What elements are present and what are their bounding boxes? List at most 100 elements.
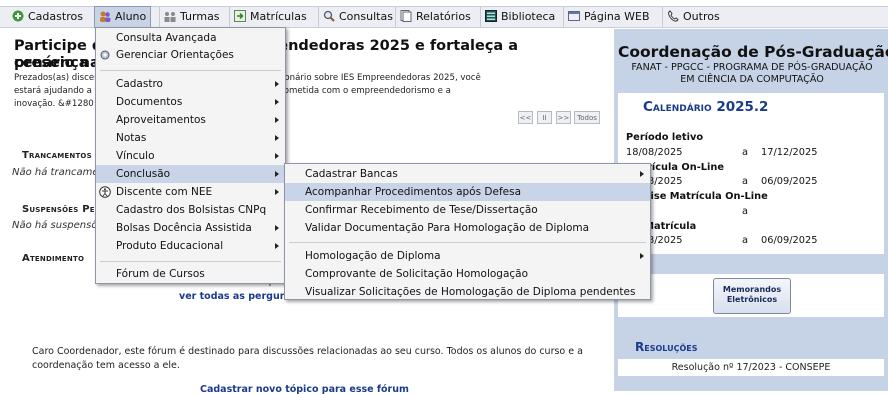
calendar-title: Calendário 2025.2	[643, 99, 769, 115]
aluno-menu-label: Consulta Avançada	[116, 32, 217, 44]
conclusao-menu-label: Validar Documentação Para Homologação de…	[305, 222, 590, 234]
conclusao-menu-validar-documentacao[interactable]: Validar Documentação Para Homologação de…	[285, 219, 650, 237]
sidebar-subtitle-line2: EM CIÊNCIA DA COMPUTAÇÃO	[680, 73, 824, 85]
menu-cadastros-label: Cadastros	[28, 10, 83, 23]
aluno-menu-label: Cadastro dos Bolsistas CNPq	[116, 204, 267, 216]
menu-turmas[interactable]: Turmas	[159, 7, 227, 27]
conclusao-menu-comprovante-solicitacao[interactable]: Comprovante de Solicitação Homologação	[285, 265, 650, 283]
menu-pagina-web[interactable]: Página WEB	[563, 7, 660, 27]
aluno-menu-gerenciar-orientacoes[interactable]: Gerenciar Orientações	[96, 46, 285, 64]
menu-separator	[100, 261, 281, 262]
conclusao-menu-label: Cadastrar Bancas	[305, 168, 398, 180]
aluno-menu-documentos[interactable]: Documentos	[96, 93, 285, 111]
aluno-menu-label: Cadastro	[116, 78, 163, 90]
menu-relatorios-label: Relatórios	[416, 10, 471, 23]
aluno-menu-bolsas-docencia[interactable]: Bolsas Docência Assistida	[96, 219, 285, 237]
submenu-arrow-icon	[640, 171, 644, 177]
resolution-link[interactable]: Resolução nº 17/2023 - CONSEPE	[618, 362, 884, 373]
new-topic-link[interactable]: Cadastrar novo tópico para esse fórum	[200, 384, 409, 395]
menu-relatorios[interactable]: Relatórios	[395, 7, 475, 27]
phone-icon	[667, 10, 679, 22]
pager-next-button[interactable]: >>	[556, 111, 571, 124]
calendar-label-periodo: Período letivo	[626, 132, 704, 143]
conclusao-menu-visualizar-solicitacoes[interactable]: Visualizar Solicitações de Homologação d…	[285, 283, 650, 301]
aluno-menu-label: Produto Educacional	[116, 240, 224, 252]
aluno-menu-label: Bolsas Docência Assistida	[116, 222, 252, 234]
forum-description: Caro Coordenador, este fórum é destinado…	[32, 346, 583, 371]
conclusao-menu-cadastrar-bancas[interactable]: Cadastrar Bancas	[285, 165, 650, 183]
conclusao-menu-label: Comprovante de Solicitação Homologação	[305, 268, 529, 280]
submenu-arrow-icon	[275, 153, 279, 159]
aluno-dropdown-menu: Consulta Avançada Gerenciar Orientações …	[95, 27, 286, 284]
aluno-menu-label: Aproveitamentos	[116, 114, 206, 126]
aluno-menu-conclusao[interactable]: Conclusão	[96, 165, 285, 183]
aluno-menu-forum-cursos[interactable]: Fórum de Cursos	[96, 265, 285, 283]
resolutions-title: Resoluções	[635, 340, 698, 354]
aluno-menu-consulta-avancada[interactable]: Consulta Avançada	[96, 29, 285, 47]
aluno-menu-label: Vínculo	[116, 150, 155, 162]
menu-consultas-label: Consultas	[339, 10, 393, 23]
aluno-menu-vinculo[interactable]: Vínculo	[96, 147, 285, 165]
menu-separator	[100, 70, 281, 71]
aluno-menu-label: Documentos	[116, 96, 183, 108]
calendar-sep-rematricula: a	[742, 235, 749, 246]
menu-aluno[interactable]: Aluno	[94, 6, 151, 28]
calendar-sep-periodo: a	[742, 147, 749, 158]
menu-matriculas[interactable]: Matrículas	[229, 7, 317, 27]
submenu-arrow-icon	[275, 81, 279, 87]
pager-all-button[interactable]: Todos	[574, 111, 600, 124]
menu-outros[interactable]: Outros	[662, 7, 722, 27]
submenu-arrow-icon	[275, 99, 279, 105]
aluno-menu-label: Conclusão	[116, 168, 171, 180]
memorandos-button[interactable]: Memorandos Eletrônicos	[713, 278, 791, 314]
users-icon	[99, 10, 111, 22]
conclusao-menu-homologacao-diploma[interactable]: Homologação de Diploma	[285, 247, 650, 265]
submenu-arrow-icon	[275, 135, 279, 141]
submenu-arrow-icon	[275, 225, 279, 231]
aluno-menu-cadastro[interactable]: Cadastro	[96, 75, 285, 93]
conclusao-menu-confirmar-recebimento[interactable]: Confirmar Recebimento de Tese/Dissertaçã…	[285, 201, 650, 219]
aluno-menu-label: Gerenciar Orientações	[116, 49, 234, 61]
sidebar-title: Coordenação de Pós-Graduação	[618, 43, 888, 61]
submenu-arrow-icon	[275, 189, 279, 195]
conclusao-menu-label: Confirmar Recebimento de Tese/Dissertaçã…	[305, 204, 538, 216]
menu-turmas-label: Turmas	[180, 10, 220, 23]
pager-pause-button[interactable]: II	[537, 111, 552, 124]
menu-separator	[289, 242, 646, 243]
menu-biblioteca[interactable]: Biblioteca	[480, 7, 557, 27]
aluno-menu-discente-nee[interactable]: Discente com NEE	[96, 183, 285, 201]
conclusao-submenu: Cadastrar Bancas Acompanhar Procedimento…	[284, 163, 651, 300]
people-icon	[164, 10, 176, 22]
memo-line2: Eletrônicos	[726, 295, 778, 304]
aluno-menu-label: Notas	[116, 132, 147, 144]
calendar-end-periodo: 17/12/2025	[761, 147, 818, 158]
calendar-end-matricula: 06/09/2025	[761, 176, 818, 187]
memo-line1: Memorandos	[722, 285, 782, 294]
accessibility-icon	[99, 186, 111, 198]
sidebar-subtitle-line1: FANAT - PPGCC - PROGRAMA DE PÓS-GRADUAÇÃ…	[631, 62, 873, 73]
conclusao-menu-label: Visualizar Solicitações de Homologação d…	[305, 286, 636, 298]
calendar-sep-matricula: a	[742, 176, 749, 187]
submenu-arrow-icon	[275, 243, 279, 249]
menu-outros-label: Outros	[683, 10, 720, 23]
aluno-menu-aproveitamentos[interactable]: Aproveitamentos	[96, 111, 285, 129]
conclusao-menu-label: Homologação de Diploma	[305, 250, 441, 262]
plus-circle-icon	[12, 10, 24, 22]
menu-cadastros[interactable]: Cadastros	[8, 7, 92, 27]
menu-pagina-web-label: Página WEB	[584, 10, 650, 23]
pager-prev-button[interactable]: <<	[518, 111, 533, 124]
aluno-menu-bolsistas-cnpq[interactable]: Cadastro dos Bolsistas CNPq	[96, 201, 285, 219]
web-icon	[568, 10, 580, 22]
conclusao-menu-acompanhar-procedimentos[interactable]: Acompanhar Procedimentos após Defesa	[285, 183, 650, 201]
aluno-menu-label: Discente com NEE	[116, 186, 213, 198]
aluno-menu-produto-educacional[interactable]: Produto Educacional	[96, 237, 285, 255]
calendar-sep-analise: a	[742, 206, 749, 217]
section-atendimento-heading: Atendimento	[22, 253, 85, 264]
submenu-arrow-icon	[275, 171, 279, 177]
menu-consultas[interactable]: Consultas	[318, 7, 394, 27]
menu-biblioteca-label: Biblioteca	[501, 10, 556, 23]
aluno-menu-notas[interactable]: Notas	[96, 129, 285, 147]
document-icon	[400, 10, 412, 22]
aluno-menu-label: Fórum de Cursos	[116, 268, 205, 280]
conclusao-menu-label: Acompanhar Procedimentos após Defesa	[305, 186, 522, 198]
